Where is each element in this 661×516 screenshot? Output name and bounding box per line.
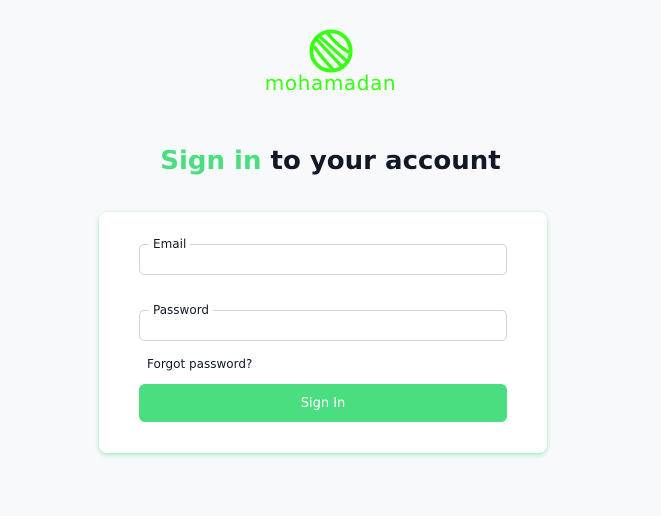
email-input[interactable]: [148, 263, 498, 285]
password-label: Password: [153, 303, 210, 317]
page-title-accent: Sign in: [160, 146, 262, 176]
email-label: Email: [153, 237, 187, 251]
page-title: Sign in to your account: [0, 143, 661, 179]
brand-name: mohamadan: [264, 71, 397, 95]
email-field: Email: [139, 237, 507, 285]
forgot-password-link[interactable]: Forgot password?: [147, 357, 252, 371]
password-field: Password: [139, 303, 507, 351]
basketball-icon: [308, 29, 353, 73]
page-title-rest: to your account: [261, 146, 501, 176]
sign-in-page: mohamadan Sign in to your account Email …: [0, 0, 661, 516]
brand-logo[interactable]: mohamadan: [0, 28, 661, 94]
sign-in-card: Email Password Forgot password? Sign In: [99, 212, 547, 453]
password-input[interactable]: [148, 329, 498, 351]
sign-in-button[interactable]: Sign In: [139, 384, 507, 422]
